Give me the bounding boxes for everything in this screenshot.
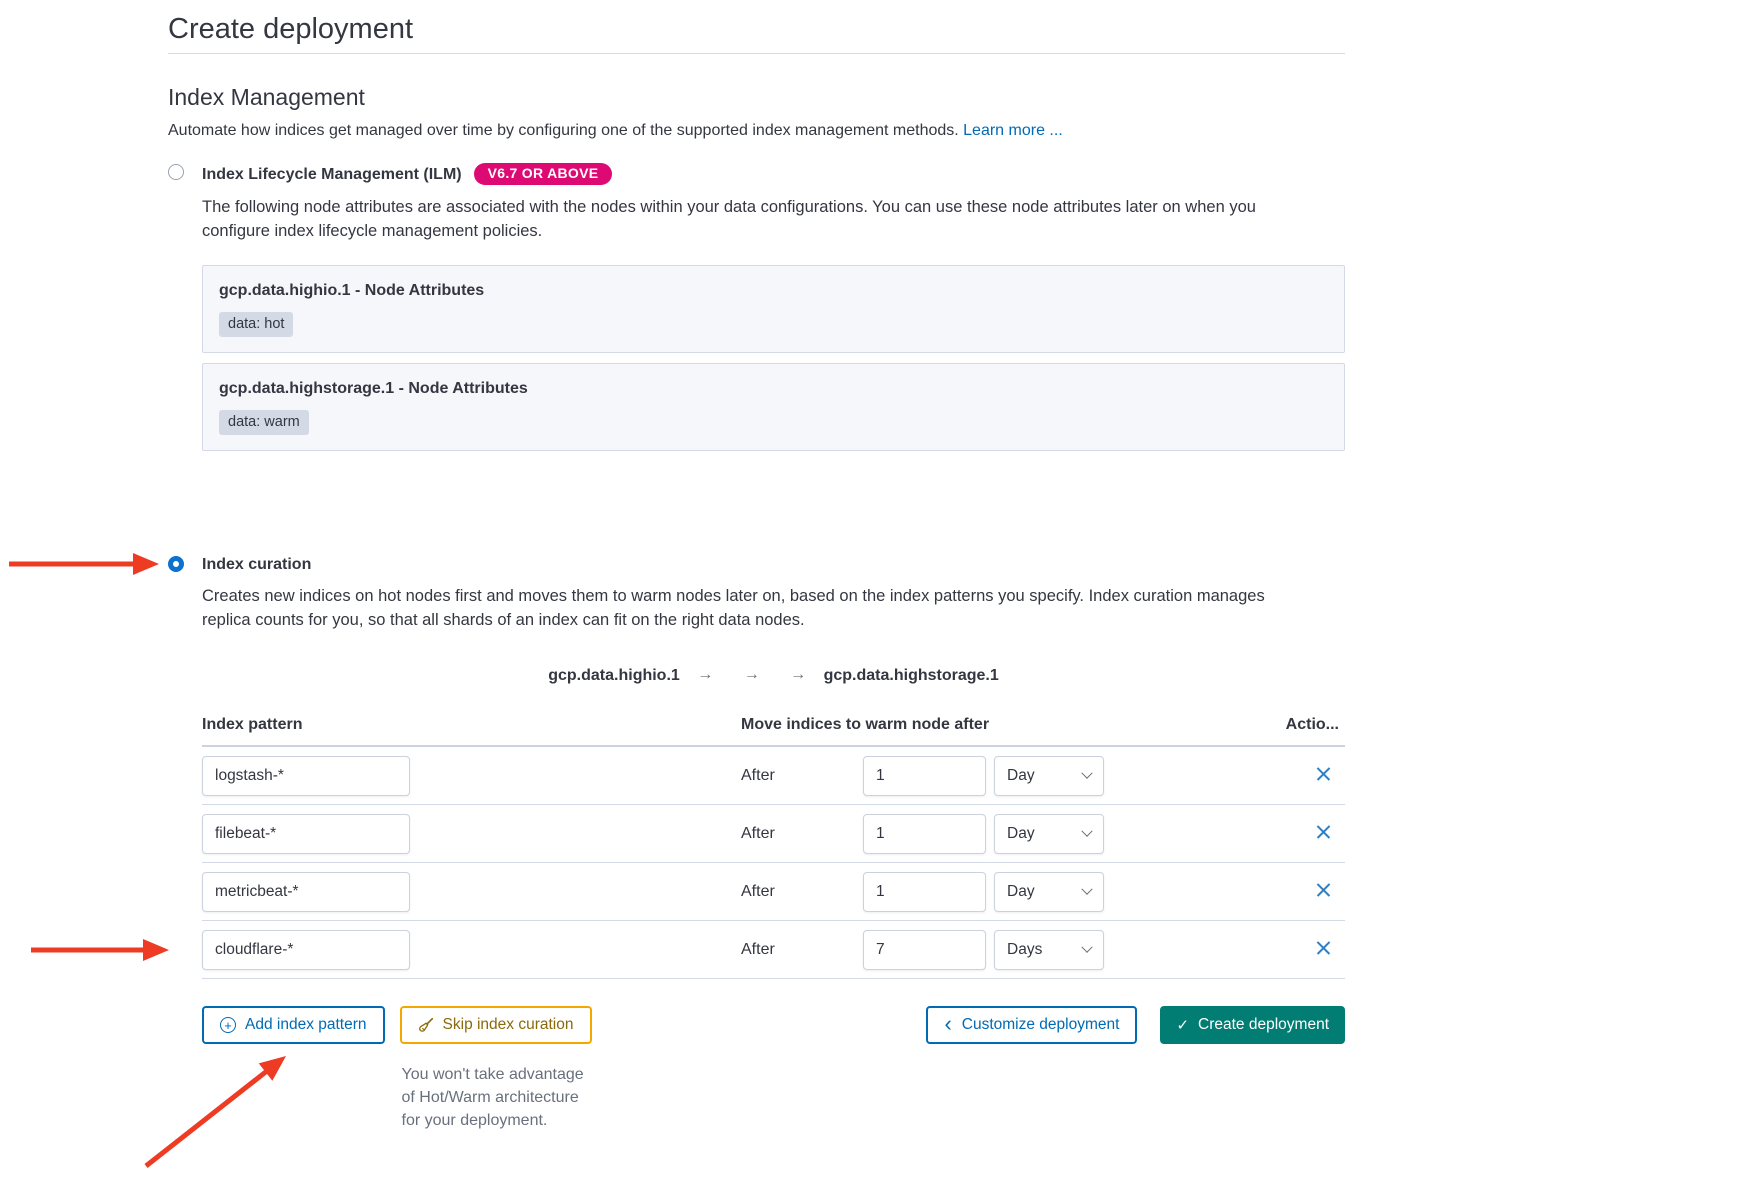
after-label: After <box>741 767 863 785</box>
customize-deployment-label: Customize deployment <box>962 1016 1120 1034</box>
table-row: After Day <box>202 863 1345 921</box>
unit-select[interactable]: Day <box>994 814 1104 854</box>
after-label: After <box>741 883 863 901</box>
node-attribute-badge: data: warm <box>219 410 309 435</box>
remove-row-button[interactable] <box>1316 766 1331 781</box>
chevron-left-icon: ‹ <box>944 1013 951 1035</box>
plus-circle-icon: + <box>220 1017 236 1033</box>
index-curation-radio[interactable] <box>168 556 184 572</box>
arrow-right-icon: → <box>744 666 760 683</box>
node-attribute-badge: data: hot <box>219 312 293 337</box>
node-panel-warm: gcp.data.highstorage.1 - Node Attributes… <box>202 363 1345 451</box>
section-description: Automate how indices get managed over ti… <box>168 120 1345 141</box>
migration-path: gcp.data.highio.1 → → → gcp.data.highsto… <box>202 667 1345 685</box>
page-title: Create deployment <box>168 12 1345 46</box>
create-deployment-page: Create deployment Index Management Autom… <box>0 0 1756 1180</box>
table-header-row: Index pattern Move indices to warm node … <box>202 715 1345 747</box>
learn-more-link[interactable]: Learn more ... <box>963 122 1063 139</box>
customize-deployment-button[interactable]: ‹ Customize deployment <box>926 1006 1137 1044</box>
curation-option: Index curation Creates new indices on ho… <box>168 555 1345 1132</box>
arrow-right-icon: → <box>697 666 713 683</box>
create-deployment-label: Create deployment <box>1198 1016 1329 1034</box>
warm-after-value-input[interactable] <box>863 872 986 912</box>
node-panel-title: gcp.data.highio.1 - Node Attributes <box>219 281 1328 300</box>
unit-select-value: Day <box>1007 767 1035 785</box>
ilm-option-description: The following node attributes are associ… <box>202 196 1302 243</box>
table-row: After Day <box>202 747 1345 805</box>
index-pattern-table: Index pattern Move indices to warm node … <box>202 715 1345 979</box>
chevron-down-icon <box>1081 768 1092 779</box>
curation-option-label: Index curation <box>202 555 311 574</box>
chevron-down-icon <box>1081 942 1092 953</box>
add-index-pattern-button[interactable]: + Add index pattern <box>202 1006 385 1044</box>
migration-to-node: gcp.data.highstorage.1 <box>824 667 999 684</box>
index-pattern-input[interactable] <box>202 756 410 796</box>
title-divider <box>168 53 1345 54</box>
ilm-option-label: Index Lifecycle Management (ILM) <box>202 165 462 184</box>
remove-row-button[interactable] <box>1316 824 1331 839</box>
unit-select[interactable]: Day <box>994 872 1104 912</box>
annotation-arrow <box>31 939 169 961</box>
ilm-option: Index Lifecycle Management (ILM) V6.7 OR… <box>168 163 1345 451</box>
broom-icon <box>418 1017 434 1033</box>
unit-select-value: Days <box>1007 941 1042 959</box>
unit-select-value: Day <box>1007 883 1035 901</box>
index-pattern-input[interactable] <box>202 930 410 970</box>
skip-index-curation-label: Skip index curation <box>443 1016 574 1034</box>
after-label: After <box>741 941 863 959</box>
check-icon: ✓ <box>1176 1016 1189 1034</box>
warm-after-value-input[interactable] <box>863 930 986 970</box>
unit-select[interactable]: Day <box>994 756 1104 796</box>
add-index-pattern-label: Add index pattern <box>245 1016 367 1034</box>
table-row: After Day <box>202 805 1345 863</box>
annotation-arrow <box>9 553 159 575</box>
ilm-radio[interactable] <box>168 164 184 180</box>
warm-after-value-input[interactable] <box>863 814 986 854</box>
section-title: Index Management <box>168 83 1345 111</box>
arrow-right-icon: → <box>790 666 806 683</box>
col-header-index-pattern: Index pattern <box>202 715 741 734</box>
after-label: After <box>741 825 863 843</box>
chevron-down-icon <box>1081 884 1092 895</box>
node-panel-title: gcp.data.highstorage.1 - Node Attributes <box>219 379 1328 398</box>
index-pattern-input[interactable] <box>202 872 410 912</box>
remove-row-button[interactable] <box>1316 940 1331 955</box>
migration-from-node: gcp.data.highio.1 <box>548 667 680 684</box>
col-header-actions: Actio... <box>1281 715 1345 734</box>
index-pattern-input[interactable] <box>202 814 410 854</box>
table-actions-row: + Add index pattern Skip index curation <box>202 1006 1345 1132</box>
unit-select[interactable]: Days <box>994 930 1104 970</box>
node-panel-hot: gcp.data.highio.1 - Node Attributes data… <box>202 265 1345 353</box>
skip-index-curation-button[interactable]: Skip index curation <box>400 1006 592 1044</box>
warm-after-value-input[interactable] <box>863 756 986 796</box>
remove-row-button[interactable] <box>1316 882 1331 897</box>
create-deployment-button[interactable]: ✓ Create deployment <box>1160 1006 1345 1044</box>
version-badge: V6.7 OR ABOVE <box>474 163 613 185</box>
unit-select-value: Day <box>1007 825 1035 843</box>
section-description-text: Automate how indices get managed over ti… <box>168 122 959 139</box>
chevron-down-icon <box>1081 826 1092 837</box>
skip-warning-text: You won't take advantage of Hot/Warm arc… <box>402 1063 592 1132</box>
table-row-cloudflare: After Days <box>202 921 1345 979</box>
curation-option-description: Creates new indices on hot nodes first a… <box>202 585 1302 632</box>
col-header-move-indices: Move indices to warm node after <box>741 715 1104 734</box>
